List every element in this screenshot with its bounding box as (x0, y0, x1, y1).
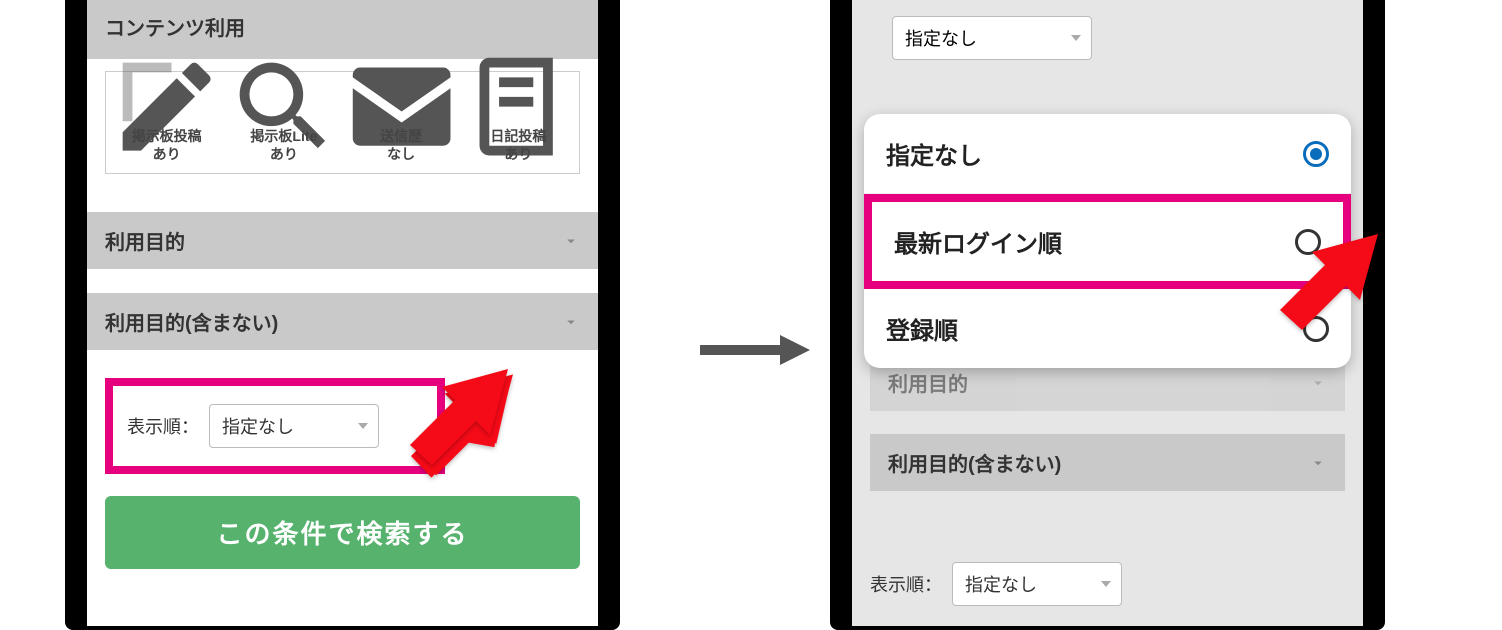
caret-down-icon (1101, 581, 1111, 587)
option-label: 最新ログイン順 (894, 224, 1062, 259)
phone-frame-left: コンテンツ利用 掲示板投稿 あり 掲示板Lite あり 送信歴 なし (65, 0, 620, 630)
content-usage-item-send-history[interactable]: 送信歴 なし (343, 86, 460, 163)
purpose-exclude-section[interactable]: 利用目的(含まない) (87, 293, 598, 350)
select-value: 指定なし (965, 575, 1037, 595)
chevron-down-icon (562, 313, 580, 331)
mail-icon (343, 86, 460, 128)
select-value: 指定なし (222, 417, 294, 437)
caret-down-icon (1071, 35, 1081, 41)
section-title: 利用目的(含まない) (105, 307, 278, 336)
content-usage-item-board-lite[interactable]: 掲示板Lite あり (225, 86, 342, 163)
display-order-select[interactable]: 指定なし (209, 404, 379, 448)
caret-down-icon (358, 423, 368, 429)
option-label: 登録順 (886, 311, 958, 346)
section-title: 利用目的 (888, 368, 968, 397)
search-icon (225, 86, 342, 128)
section-title: 利用目的(含まない) (888, 448, 1061, 477)
chevron-down-icon (562, 232, 580, 250)
top-select[interactable]: 指定なし (892, 16, 1092, 60)
purpose-section[interactable]: 利用目的 (87, 212, 598, 269)
book-icon (460, 86, 577, 128)
red-pointer-arrow-icon (1270, 220, 1390, 340)
chevron-down-icon (1309, 374, 1327, 392)
content-usage-card: 掲示板投稿 あり 掲示板Lite あり 送信歴 なし 日記投稿 あり (105, 71, 580, 174)
edit-icon (108, 86, 225, 128)
search-button-label: この条件で検索する (216, 519, 468, 549)
display-order-row: 表示順： 指定なし (870, 562, 1122, 606)
red-pointer-arrow-icon (400, 355, 520, 475)
section-title: 利用目的 (105, 226, 185, 255)
content-usage-item-board-post[interactable]: 掲示板投稿 あり (108, 86, 225, 163)
radio-selected-icon (1303, 141, 1329, 167)
purpose-exclude-section[interactable]: 利用目的(含まない) (870, 434, 1345, 491)
select-value: 指定なし (905, 29, 977, 49)
option-label: 指定なし (886, 136, 982, 171)
display-order-label: 表示順： (870, 571, 942, 597)
display-order-select[interactable]: 指定なし (952, 562, 1122, 606)
display-order-label: 表示順： (127, 413, 199, 439)
search-button[interactable]: この条件で検索する (105, 496, 580, 569)
popup-option-none[interactable]: 指定なし (864, 114, 1351, 194)
chevron-down-icon (1309, 454, 1327, 472)
screen-left: コンテンツ利用 掲示板投稿 あり 掲示板Lite あり 送信歴 なし (87, 0, 598, 626)
content-usage-item-diary-post[interactable]: 日記投稿 あり (460, 86, 577, 163)
section-title: コンテンツ利用 (105, 12, 245, 41)
display-order-highlight: 表示順： 指定なし (105, 378, 445, 474)
flow-arrow-icon (700, 330, 810, 370)
